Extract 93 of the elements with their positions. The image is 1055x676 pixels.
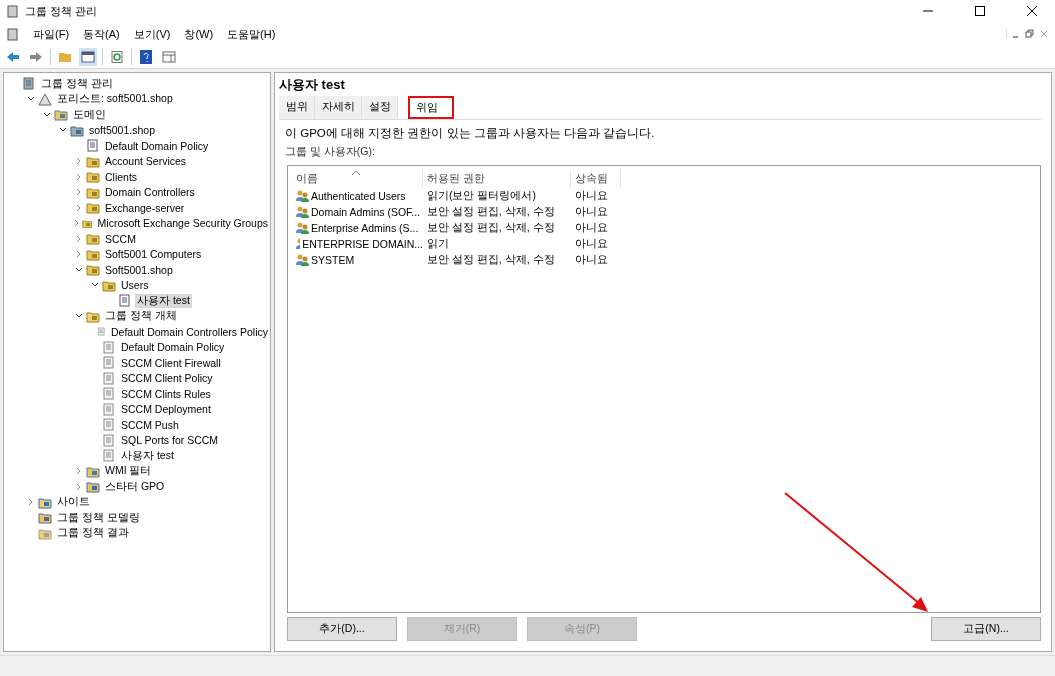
folder-icon bbox=[86, 201, 100, 215]
users-icon bbox=[296, 206, 309, 218]
menu-item[interactable]: 동작(A) bbox=[83, 26, 120, 42]
column-header[interactable]: 이름 bbox=[292, 170, 423, 188]
tree-item[interactable]: Clients bbox=[103, 170, 140, 183]
tree-item[interactable]: 그룹 정책 개체 bbox=[103, 309, 179, 324]
description-text: 이 GPO에 대해 지정한 권한이 있는 그룹과 사용자는 다음과 같습니다. bbox=[285, 126, 656, 141]
table-cell: 아니요 bbox=[575, 205, 608, 219]
table-cell: 보안 설정 편집, 삭제, 수정 bbox=[427, 253, 555, 267]
dialog-button[interactable]: 추가(D)... bbox=[287, 617, 397, 641]
tab[interactable]: 범위 bbox=[279, 96, 315, 119]
folder-icon bbox=[86, 232, 100, 246]
chevron-down-icon[interactable] bbox=[59, 127, 67, 134]
chevron-down-icon[interactable] bbox=[75, 266, 83, 273]
chevron-down-icon[interactable] bbox=[91, 282, 99, 289]
menu-item[interactable]: 보기(V) bbox=[133, 26, 171, 42]
folder-icon bbox=[86, 309, 100, 323]
console-tree-icon[interactable] bbox=[79, 48, 97, 66]
tree-item[interactable]: 그룹 정책 결과 bbox=[55, 526, 131, 541]
table-cell: 읽기 bbox=[427, 237, 449, 251]
tree-item[interactable]: 사용자 test bbox=[119, 448, 176, 463]
help-icon[interactable] bbox=[137, 48, 155, 66]
tree-item[interactable]: Default Domain Policy bbox=[103, 139, 211, 152]
tree-item[interactable]: Soft5001.shop bbox=[103, 263, 175, 276]
tree-item[interactable]: 그룹 정책 모델링 bbox=[55, 510, 142, 525]
tree-item[interactable]: Account Services bbox=[103, 155, 189, 168]
app-icon[interactable] bbox=[6, 27, 19, 41]
table-cell: 보안 설정 편집, 삭제, 수정 bbox=[427, 221, 555, 235]
tree-item[interactable]: SCCM Deployment bbox=[119, 403, 213, 416]
tab[interactable]: 자세히 bbox=[315, 96, 362, 119]
table-cell: Domain Admins (SOF... bbox=[311, 206, 421, 218]
tree-item[interactable]: 도메인 bbox=[71, 107, 108, 122]
menu-item[interactable]: 파일(F) bbox=[33, 26, 70, 42]
tree-item[interactable]: 스타터 GPO bbox=[103, 479, 167, 494]
sort-caret-icon bbox=[352, 170, 360, 175]
tree-item[interactable]: 사이트 bbox=[55, 495, 92, 510]
column-header[interactable]: 상속됨 bbox=[571, 170, 621, 188]
users-icon bbox=[296, 222, 309, 234]
chevron-right-icon[interactable] bbox=[28, 498, 34, 507]
folder-icon bbox=[86, 247, 100, 261]
tree-item[interactable]: Users bbox=[119, 279, 151, 292]
folder-icon bbox=[86, 263, 100, 277]
menu-item[interactable]: 창(W) bbox=[184, 26, 214, 42]
table-cell: 읽기(보안 필터링에서) bbox=[427, 189, 536, 203]
folder-icon bbox=[86, 170, 100, 184]
tab[interactable]: 설정 bbox=[362, 96, 398, 119]
menu-item[interactable]: 도움말(H) bbox=[227, 26, 276, 42]
tree-item[interactable]: SCCM Client Policy bbox=[119, 372, 215, 385]
folder-icon bbox=[86, 154, 100, 168]
tree-item[interactable]: Domain Controllers bbox=[103, 186, 197, 199]
table-cell: Authenticated Users bbox=[311, 190, 406, 202]
maximize-icon[interactable] bbox=[975, 6, 985, 16]
tree-item[interactable]: WMI 필터 bbox=[103, 464, 154, 479]
list-label: 그룹 및 사용자(G): bbox=[285, 145, 376, 159]
tree-item[interactable]: SCCM Clints Rules bbox=[119, 387, 213, 400]
table-cell: 아니요 bbox=[575, 221, 608, 235]
gpo-title: 사용자 test bbox=[279, 76, 346, 94]
folder-icon bbox=[102, 278, 116, 292]
close-icon[interactable] bbox=[1027, 6, 1037, 16]
refresh-icon[interactable] bbox=[108, 48, 126, 66]
tree-item[interactable]: soft5001.shop bbox=[87, 124, 157, 137]
table-cell: 아니요 bbox=[575, 253, 608, 267]
chevron-down-icon[interactable] bbox=[75, 313, 83, 320]
tree-item[interactable]: SCCM Client Firewall bbox=[119, 356, 223, 369]
table-cell: 보안 설정 편집, 삭제, 수정 bbox=[427, 205, 555, 219]
action-pane-icon[interactable] bbox=[160, 48, 178, 66]
table-cell: ENTERPRISE DOMAIN... bbox=[302, 238, 423, 250]
table-cell: 아니요 bbox=[575, 237, 608, 251]
window-title: 그룹 정책 관리 bbox=[25, 3, 99, 19]
users-icon bbox=[296, 238, 301, 250]
tree-item[interactable]: Exchange-server bbox=[103, 201, 187, 214]
tree-item[interactable]: 포리스트: soft5001.shop bbox=[55, 92, 175, 107]
tree-item[interactable]: Microsoft Exchange Security Groups bbox=[95, 217, 270, 230]
app-icon bbox=[6, 4, 19, 18]
restore-icon[interactable] bbox=[1025, 29, 1035, 39]
triangle-icon bbox=[38, 92, 52, 106]
column-header[interactable]: 허용된 권한 bbox=[423, 170, 571, 188]
tree-item[interactable]: Default Domain Policy bbox=[119, 341, 227, 354]
folder-icon bbox=[86, 185, 100, 199]
table-cell: SYSTEM bbox=[311, 254, 355, 266]
tree-item[interactable]: SCCM bbox=[103, 232, 138, 245]
table-cell: 아니요 bbox=[575, 189, 608, 203]
tree-item[interactable]: SQL Ports for SCCM bbox=[119, 434, 221, 447]
tree-item[interactable]: 그룹 정책 관리 bbox=[39, 76, 115, 91]
dialog-button[interactable]: 고급(N)... bbox=[931, 617, 1041, 641]
tab[interactable]: 위임 bbox=[408, 96, 454, 119]
tree-item[interactable]: 사용자 test bbox=[135, 293, 192, 308]
users-icon bbox=[296, 190, 309, 202]
table-cell: Enterprise Admins (S... bbox=[311, 222, 419, 234]
tree-item[interactable]: Soft5001 Computers bbox=[103, 248, 204, 261]
users-icon bbox=[296, 254, 309, 266]
tree-item[interactable]: Default Domain Controllers Policy bbox=[109, 325, 270, 338]
tree-item[interactable]: SCCM Push bbox=[119, 418, 181, 431]
